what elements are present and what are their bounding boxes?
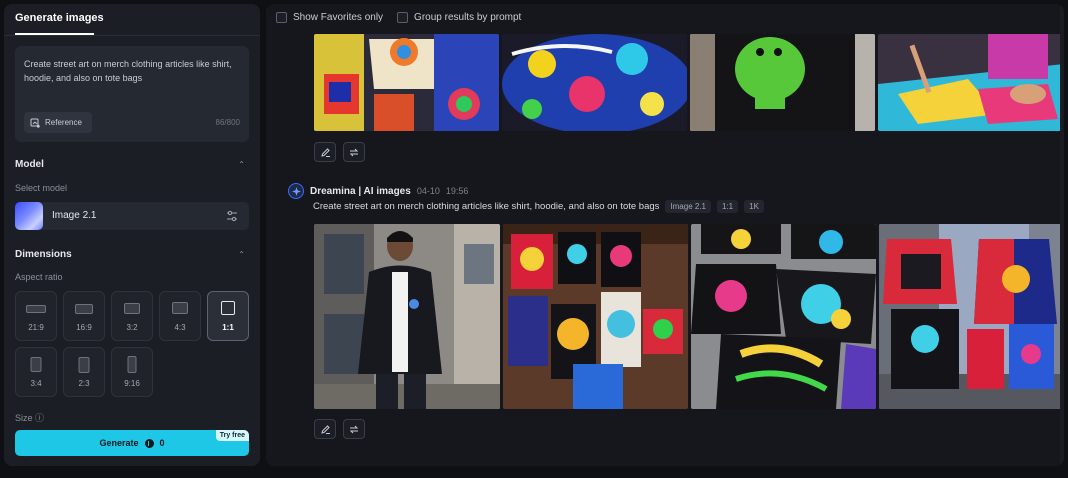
model-tag: Image 2.1 [665,200,711,213]
entry-date: 04-10 [416,186,440,196]
generation-panel: Generate images Create street art on mer… [4,4,260,466]
model-section-title: Model [15,159,44,170]
group-filter-label: Group results by prompt [414,12,522,23]
ratio-shape [26,305,46,313]
favorites-filter-label: Show Favorites only [293,12,384,23]
ratio-21-9[interactable]: 21:9 [15,291,57,341]
ratio-label: 9:16 [124,379,140,388]
tab-active-indicator [15,33,94,35]
edit-button[interactable] [314,142,336,162]
prompt-input[interactable]: Create street art on merch clothing arti… [15,46,249,142]
result-image[interactable] [503,224,688,409]
entry-prompt[interactable]: Create street art on merch clothing arti… [313,201,659,212]
regenerate-button[interactable] [343,142,365,162]
tab-generate-images[interactable]: Generate images [15,12,104,24]
ratio-label: 1:1 [222,323,234,332]
reference-label: Reference [45,118,82,127]
reference-button[interactable]: Reference [24,112,92,133]
ratio-shape [221,301,235,315]
results-panel: Show Favorites only Group results by pro… [266,4,1064,466]
result-image[interactable] [502,34,687,131]
app-root: Generate images Create street art on mer… [0,0,1068,478]
reference-icon [30,118,40,128]
tab-bar: Generate images [4,4,260,36]
ratio-label: 3:2 [126,323,138,332]
size-label: Size ⓘ [15,413,45,423]
regenerate-icon [349,148,359,156]
image-content [314,34,499,131]
image-content [878,34,1064,131]
ratio-label: 3:4 [30,379,42,388]
entry-prompt-row: Create street art on merch clothing arti… [313,200,764,213]
aspect-ratio-label: Aspect ratio [15,272,63,282]
ratio-4-3[interactable]: 4:3 [159,291,201,341]
ratio-shape [78,357,90,373]
generate-button[interactable]: Generate 0 Try free [15,430,249,456]
image-content [314,224,500,409]
ratio-label: 16:9 [76,323,92,332]
filters-bar: Show Favorites only Group results by pro… [276,12,521,23]
brand-name: Dreamina | AI images [310,185,411,197]
image-content [879,224,1064,409]
ratio-tag: 1:1 [717,200,739,213]
ratio-2-3[interactable]: 2:3 [63,347,105,397]
image-content [502,34,687,131]
resolution-tag: 1K [744,200,764,213]
image-content [690,34,875,131]
select-model-label: Select model [15,183,68,193]
image-content [691,224,876,409]
model-name: Image 2.1 [52,210,97,221]
result-image[interactable] [690,34,875,131]
chevron-up-icon[interactable]: ⌃ [238,250,245,259]
result-image[interactable] [879,224,1064,409]
ratio-shape [172,302,188,314]
size-label-text: Size [15,413,33,423]
ratio-9-16[interactable]: 9:16 [111,347,153,397]
ratio-shape [124,303,140,314]
coin-icon [144,438,154,448]
ratio-shape [30,357,42,372]
dreamina-logo-icon [288,183,304,199]
edit-button[interactable] [314,419,336,439]
ratio-shape [75,304,93,314]
try-free-badge: Try free [215,430,249,441]
favorites-checkbox[interactable] [276,12,287,23]
edit-icon [320,424,330,434]
result-image[interactable] [878,34,1064,131]
chevron-up-icon[interactable]: ⌃ [238,160,245,169]
entry-header: Dreamina | AI images 04-10 19:56 [288,182,468,200]
ratio-16-9[interactable]: 16:9 [63,291,105,341]
edit-icon [320,147,330,157]
ratio-label: 4:3 [174,323,186,332]
model-selector[interactable]: Image 2.1 [15,202,249,230]
entry-time: 19:56 [445,186,469,196]
ratio-3-4[interactable]: 3:4 [15,347,57,397]
result-image[interactable] [691,224,876,409]
scrollbar-track[interactable] [1060,4,1064,466]
credit-count: 0 [159,438,165,448]
model-thumbnail [15,202,43,230]
ratio-shape [127,356,137,373]
char-count: 86/800 [215,118,240,127]
result-image[interactable] [314,34,499,131]
group-checkbox[interactable] [397,12,409,23]
ratio-label: 21:9 [28,323,44,332]
prompt-text[interactable]: Create street art on merch clothing arti… [24,57,239,85]
regenerate-icon [349,425,359,433]
settings-sliders-icon[interactable] [225,209,239,223]
ratio-3-2[interactable]: 3:2 [111,291,153,341]
generate-label: Generate [99,438,139,448]
regenerate-button[interactable] [343,419,365,439]
dimensions-section-title: Dimensions [15,249,72,260]
ratio-label: 2:3 [78,379,90,388]
image-content [503,224,688,409]
favorites-filter[interactable]: Show Favorites only [276,12,383,23]
ratio-1-1[interactable]: 1:1 [207,291,249,341]
group-filter[interactable]: Group results by prompt [397,12,521,23]
result-image[interactable] [314,224,500,409]
